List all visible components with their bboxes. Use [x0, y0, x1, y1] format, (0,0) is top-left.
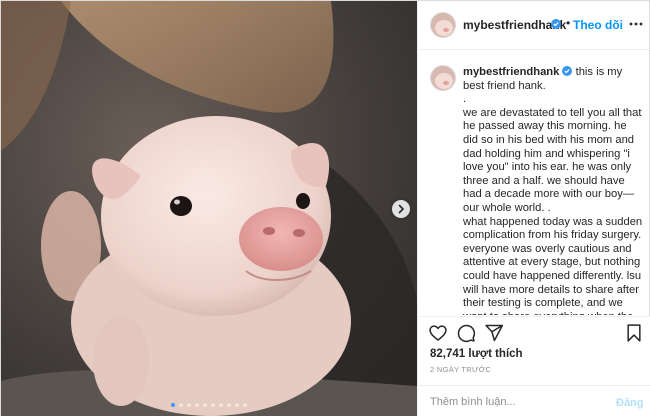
post-header: mybestfriendhank • Theo dõi: [418, 1, 650, 50]
comments-area[interactable]: mybestfriendhank this is my best friend …: [418, 51, 650, 315]
add-comment-section: Đăng: [418, 385, 650, 416]
carousel-indicator: [1, 403, 417, 407]
next-slide-button[interactable]: [392, 200, 410, 218]
post-caption: mybestfriendhank this is my best friend …: [463, 66, 643, 315]
follow-separator: •: [566, 16, 571, 30]
follow-button[interactable]: Theo dõi: [573, 18, 623, 32]
post-side-panel: mybestfriendhank • Theo dõi mybestfriend…: [417, 1, 650, 416]
caption-body: this is my best friend hank. . we are de…: [463, 66, 643, 315]
carousel-dot: [243, 403, 247, 407]
more-options-icon[interactable]: [626, 12, 646, 32]
post-actions: 82,741 lượt thích 2 NGÀY TRƯỚC Đăng: [418, 316, 650, 416]
comment-icon[interactable]: [456, 323, 476, 343]
chevron-right-icon: [398, 204, 404, 214]
caption-username[interactable]: mybestfriendhank: [463, 66, 559, 78]
instagram-post: mybestfriendhank • Theo dõi mybestfriend…: [0, 0, 650, 416]
avatar-image: [431, 13, 455, 37]
bookmark-icon[interactable]: [624, 323, 644, 343]
comment-input[interactable]: [430, 393, 600, 411]
carousel-dot: [203, 403, 207, 407]
carousel-dot: [179, 403, 183, 407]
carousel-dot: [171, 403, 175, 407]
post-timestamp[interactable]: 2 NGÀY TRƯỚC: [430, 365, 491, 374]
carousel-dot: [227, 403, 231, 407]
carousel-dot: [211, 403, 215, 407]
caption-avatar[interactable]: [430, 65, 456, 91]
piglet-photo: [1, 1, 417, 416]
avatar-image: [431, 66, 455, 90]
share-icon[interactable]: [484, 323, 504, 343]
verified-badge-icon: [551, 19, 561, 29]
carousel-dot: [235, 403, 239, 407]
post-comment-button[interactable]: Đăng: [616, 397, 644, 409]
post-photo[interactable]: [1, 1, 417, 416]
carousel-dot: [195, 403, 199, 407]
likes-count[interactable]: 82,741 lượt thích: [430, 348, 523, 360]
verified-badge-icon: [562, 66, 573, 76]
avatar[interactable]: [430, 12, 456, 38]
carousel-dot: [187, 403, 191, 407]
carousel-dot: [219, 403, 223, 407]
heart-icon[interactable]: [428, 323, 448, 343]
